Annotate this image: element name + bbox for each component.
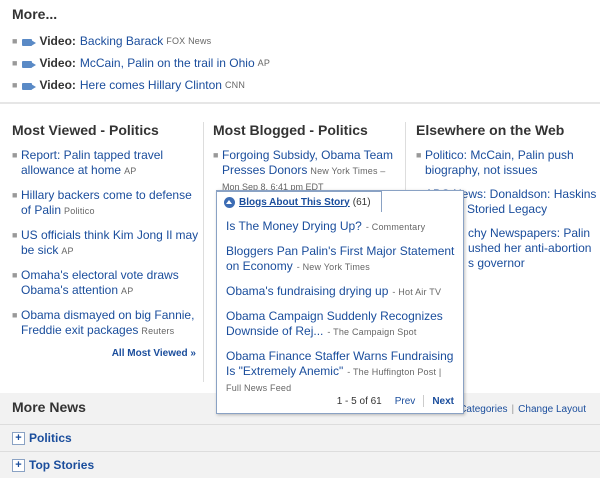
list-item: ■ Report: Palin tapped travel allowance a… [12,148,164,177]
expand-plus-icon[interactable]: + [12,458,25,472]
video-link-hillary-clinton[interactable]: Here comes Hillary Clinton [80,78,222,92]
list-item: ■ Omaha's electoral vote draws Obama's at… [12,268,179,297]
elsewhere-title: Elsewhere on the Web [416,122,565,138]
story-link[interactable]: Hillary backers come to defense of Palin [21,188,192,217]
source-label: FOX News [166,36,212,46]
most-blogged-title: Most Blogged - Politics [213,122,368,138]
source-label: Hot Air TV [398,287,442,297]
more-section: More... ■ Video: Backing Barack FOX News… [12,6,592,96]
bullet: ■ [12,58,18,68]
section-row-top-stories[interactable]: + Top Stories [0,451,600,478]
list-item: ■ US officials think Kim Jong Il may be s… [12,228,199,257]
blog-link[interactable]: Obama's fundraising drying up [226,284,388,298]
change-layout-link[interactable]: Change Layout [518,404,586,415]
bullet: ■ [12,36,18,46]
story-link[interactable]: Report: Palin tapped travel allowance at… [21,148,163,177]
source-label: AP [124,166,137,176]
video-label: Video: [39,56,76,70]
page-range: 1 - 5 of 61 [336,395,382,407]
blogs-popup-title[interactable]: Blogs About This Story [239,197,350,208]
source-label: Commentary [371,222,426,232]
video-camera-icon [22,81,37,90]
section-row-politics[interactable]: + Politics [0,424,600,451]
story-link[interactable]: Omaha's electoral vote draws Obama's att… [21,268,179,297]
column-divider [203,122,204,382]
video-camera-icon [22,37,37,46]
list-item: ■ Politico: McCain, Palin push biography,… [416,148,574,177]
list-item: ■ Obama dismayed on big Fannie, Freddie e… [12,308,195,337]
list-item: Is The Money Drying Up? - Commentary [226,219,426,233]
next-button[interactable]: Next [432,396,454,407]
list-item: ■ Forgoing Subsidy, Obama Team Presses Do… [213,148,393,192]
video-link-backing-barack[interactable]: Backing Barack [80,34,163,48]
story-link[interactable]: US officials think Kim Jong Il may be si… [21,228,198,257]
section-label[interactable]: Top Stories [29,458,94,472]
source-label: Reuters [141,326,175,336]
most-viewed-list: ■ Report: Palin tapped travel allowance a… [12,148,200,339]
list-item: Obama Campaign Suddenly Recognizes Downs… [226,309,443,338]
source-label: CNN [224,80,246,90]
video-camera-icon [22,59,37,68]
source-label: The Campaign Spot [333,327,417,337]
divider [423,395,425,407]
story-link[interactable]: ushed her anti-abortion [468,241,591,255]
blogs-popup-tab[interactable]: Blogs About This Story (61) [216,191,382,212]
source-label: New York Times [310,166,378,176]
collapse-arrow-icon[interactable] [224,196,235,208]
most-blogged-list: ■ Forgoing Subsidy, Obama Team Presses Do… [213,148,401,195]
video-item: ■ Video: Backing Barack FOX News [12,30,592,52]
blogs-list: Is The Money Drying Up? - Commentary Blog… [226,219,456,405]
story-link[interactable]: s governor [468,256,525,270]
more-news-title: More News [12,399,86,415]
list-item: Obama Finance Staffer Warns Fundraising … [226,349,454,393]
expand-plus-icon[interactable]: + [12,431,25,445]
categories-link[interactable]: Categories [459,404,507,415]
source-label: AP [121,286,134,296]
all-most-viewed-link[interactable]: All Most Viewed » [12,348,200,359]
source-label: New York Times [302,262,370,272]
video-label: Video: [39,34,76,48]
video-label: Video: [39,78,76,92]
section-label[interactable]: Politics [29,431,72,445]
more-title: More... [12,6,58,22]
most-viewed-title: Most Viewed - Politics [12,122,159,138]
blogs-count: (61) [352,196,371,208]
video-link-mccain-palin[interactable]: McCain, Palin on the trail in Ohio [80,56,255,70]
prev-button[interactable]: Prev [395,396,416,407]
source-label: AP [61,246,74,256]
story-link[interactable]: Politico: McCain, Palin push biography, … [425,148,574,177]
blogs-popup: Is The Money Drying Up? - Commentary Blog… [216,190,464,414]
divider [0,102,600,104]
list-item: Obama's fundraising drying up - Hot Air T… [226,284,442,298]
most-viewed-column: Most Viewed - Politics ■ Report: Palin ta… [12,122,200,359]
blog-link[interactable]: Is The Money Drying Up? [226,219,362,233]
video-item: ■ Video: McCain, Palin on the trail in O… [12,52,592,74]
source-label: AP [257,58,271,68]
story-link[interactable]: chy Newspapers: Palin [468,226,590,240]
source-label: Politico [64,206,95,216]
list-item: ■ Hillary backers come to defense of Pali… [12,188,192,217]
more-news-links: Categories | Change Layout [459,404,586,415]
pagination: 1 - 5 of 61 Prev Next [337,395,454,407]
bullet: ■ [12,80,18,90]
video-item: ■ Video: Here comes Hillary Clinton CNN [12,74,592,96]
list-item: Bloggers Pan Palin's First Major Stateme… [226,244,455,273]
